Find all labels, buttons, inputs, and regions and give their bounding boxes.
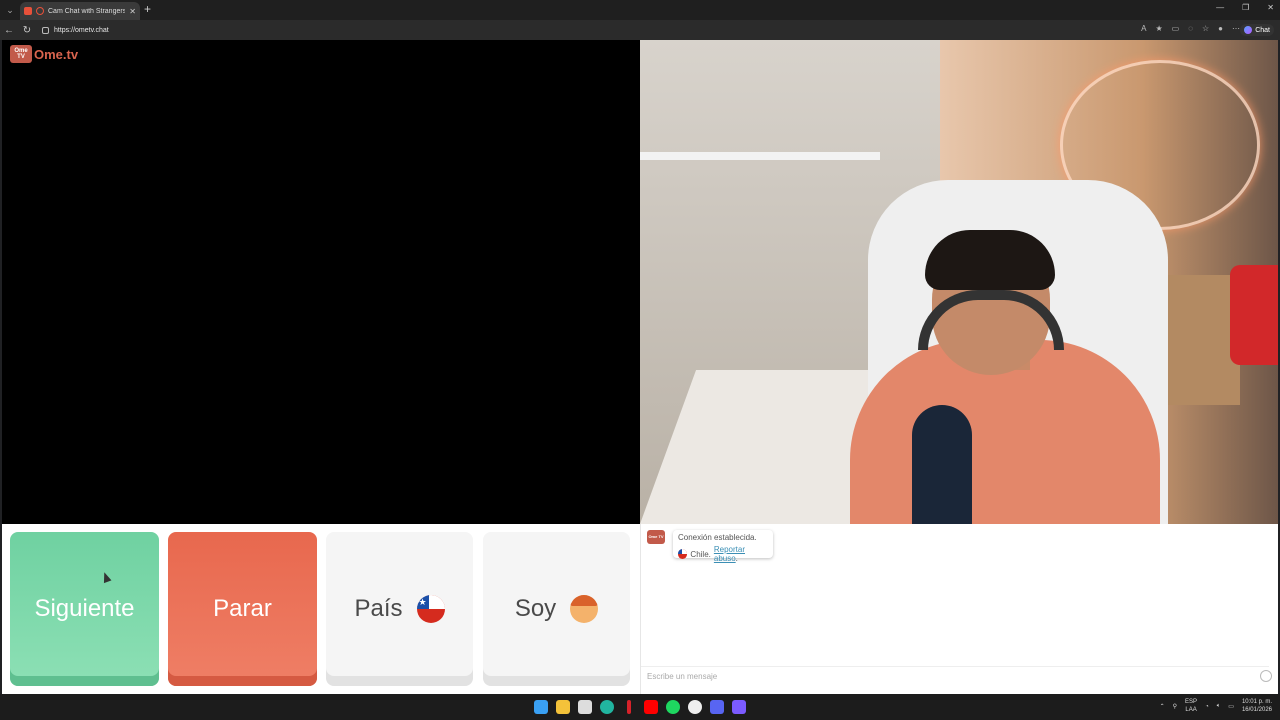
logo-text: Ome.tv xyxy=(34,46,79,62)
language-indicator[interactable]: ESP LAA xyxy=(1185,699,1197,715)
video-stop-sign xyxy=(1230,265,1278,365)
battery-icon[interactable]: ▭ xyxy=(1228,703,1234,710)
next-label: Siguiente xyxy=(34,595,135,622)
address-bar[interactable]: https://ometv.chat xyxy=(38,23,1138,37)
copilot-chat-button[interactable]: Chat xyxy=(1240,24,1274,36)
close-icon[interactable]: ✕ xyxy=(129,7,136,16)
back-icon[interactable]: ← xyxy=(0,20,18,40)
stranger-video: Ome TV Ome.tv xyxy=(2,40,640,524)
url-text[interactable]: https://ometv.chat xyxy=(54,27,109,34)
clock-time: 10:01 p. m. xyxy=(1241,699,1272,705)
github-icon[interactable] xyxy=(688,700,702,714)
toolbar-icons: A ★ ▭ ◌ ☆ ● ⋯ xyxy=(1141,24,1240,33)
chat-controls: Siguiente Parar País ★ Soy xyxy=(10,532,632,688)
keyboard-layout: LAA xyxy=(1185,706,1197,713)
country-row: Chile. Reportar abuso. xyxy=(678,545,768,563)
read-aloud-icon[interactable]: A xyxy=(1141,24,1146,33)
app-red-icon[interactable] xyxy=(627,700,631,714)
mouse-cursor-icon xyxy=(100,570,112,584)
system-message: Conexión establecida. Chile. Reportar ab… xyxy=(673,530,773,563)
recording-icon xyxy=(36,7,44,15)
tab-title: Cam Chat with Strangers on O xyxy=(48,7,126,15)
chile-flag-icon xyxy=(678,549,688,559)
gender-label: Soy xyxy=(514,595,557,622)
chat-logo-icon: Ome TV xyxy=(647,530,665,544)
browser-tab[interactable]: Cam Chat with Strangers on O ✕ xyxy=(20,2,140,20)
video-shelf xyxy=(640,152,880,160)
site-logo[interactable]: Ome TV Ome.tv xyxy=(10,45,78,63)
tab-list-icon[interactable]: ⌄ xyxy=(0,0,20,20)
country-text: Chile. xyxy=(690,549,711,559)
tray-chevron-icon[interactable]: ⌃ xyxy=(1160,703,1165,710)
address-bar-row: ← ↻ https://ometv.chat A ★ ▭ ◌ ☆ ● ⋯ Cha… xyxy=(0,20,1280,40)
discord-icon[interactable] xyxy=(710,700,724,714)
minimize-icon[interactable]: — xyxy=(1216,3,1224,12)
app-grid-icon[interactable] xyxy=(732,700,746,714)
logo-badge: Ome TV xyxy=(10,45,32,63)
stop-button[interactable]: Parar xyxy=(168,532,317,686)
wifi-icon[interactable]: ◔ xyxy=(1205,704,1209,710)
window-controls: — ❐ ✕ xyxy=(1216,3,1274,12)
site-info-icon[interactable] xyxy=(42,26,49,34)
tab-favicon-icon xyxy=(24,7,32,15)
boy-emoji-icon xyxy=(570,595,599,623)
spotify-icon[interactable] xyxy=(666,700,680,714)
media-icon[interactable]: ▭ xyxy=(1172,24,1180,33)
new-tab-button[interactable]: + xyxy=(144,2,151,16)
browser-tab-bar: ⌄ Cam Chat with Strangers on O ✕ + — ❐ ✕ xyxy=(0,0,1280,20)
refresh-icon[interactable]: ↻ xyxy=(18,20,36,40)
language-code: ESP xyxy=(1185,699,1198,705)
chat-label: Chat xyxy=(1255,26,1270,34)
report-abuse-link[interactable]: Reportar abuso xyxy=(714,545,745,563)
restore-icon[interactable]: ❐ xyxy=(1242,3,1249,12)
chat-panel: Ome TV Conexión establecida. Chile. Repo… xyxy=(640,524,1278,694)
system-tray: ⌃ ⚲ ESP LAA ◔ 🔈︎ ▭ 10:01 p. m. 16/01/202… xyxy=(1160,699,1272,715)
extensions-icon[interactable]: ◌ xyxy=(1188,24,1193,33)
video-microphone xyxy=(912,405,972,524)
volume-icon[interactable]: 🔈︎ xyxy=(1217,703,1221,710)
message-placeholder: Escribe un mensaje xyxy=(647,672,718,681)
clock[interactable]: 10:01 p. m. 16/01/2026 xyxy=(1242,699,1272,715)
connection-status: Conexión establecida. xyxy=(678,533,757,542)
more-icon[interactable]: ⋯ xyxy=(1232,24,1240,33)
network-icon[interactable]: ⚲ xyxy=(1173,703,1177,710)
stop-label: Parar xyxy=(213,595,272,622)
edge-icon[interactable] xyxy=(600,700,614,714)
country-button[interactable]: País ★ xyxy=(326,532,473,686)
favorites-icon[interactable]: ☆ xyxy=(1202,24,1209,33)
taskbar: ⌃ ⚲ ESP LAA ◔ 🔈︎ ▭ 10:01 p. m. 16/01/202… xyxy=(0,694,1280,720)
next-button[interactable]: Siguiente xyxy=(10,532,159,686)
favorite-star-icon[interactable]: ★ xyxy=(1155,24,1162,33)
youtube-icon[interactable] xyxy=(644,700,658,714)
self-video xyxy=(640,40,1278,524)
chile-flag-icon: ★ xyxy=(416,595,445,623)
video-person-hair xyxy=(925,230,1055,290)
taskbar-apps xyxy=(534,700,746,714)
message-input[interactable]: Escribe un mensaje xyxy=(641,666,1269,686)
copilot-icon xyxy=(1244,26,1253,34)
close-window-icon[interactable]: ✕ xyxy=(1267,3,1274,12)
ometv-page: Ome TV Ome.tv Siguiente Parar País ★ Soy… xyxy=(2,40,1278,694)
country-label: País xyxy=(354,595,403,622)
gender-button[interactable]: Soy xyxy=(483,532,630,686)
start-icon[interactable] xyxy=(534,700,548,714)
file-explorer-icon[interactable] xyxy=(556,700,570,714)
report-suffix: . xyxy=(735,554,738,563)
clock-date: 16/01/2026 xyxy=(1241,706,1272,713)
calendar-icon[interactable] xyxy=(578,700,592,714)
emoji-icon[interactable] xyxy=(1260,670,1272,682)
profile-icon[interactable]: ● xyxy=(1218,24,1223,33)
